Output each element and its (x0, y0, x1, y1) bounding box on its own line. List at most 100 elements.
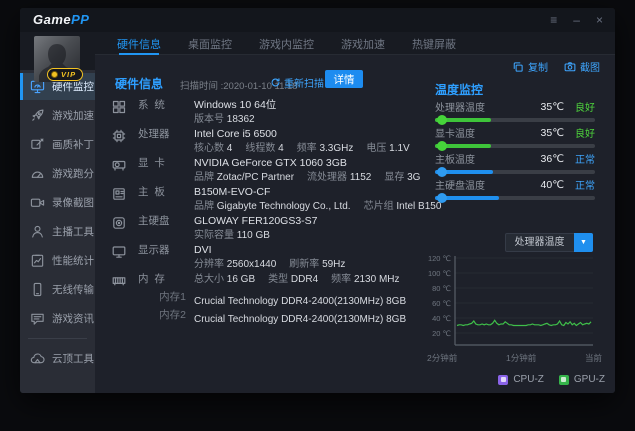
vip-label: VIP (61, 70, 76, 79)
sidebar-item-tft-tools[interactable]: 云顶工具 (20, 345, 95, 372)
sidebar-item-wireless-transfer[interactable]: 无线传输 (20, 276, 95, 303)
svg-text:100 ℃: 100 ℃ (428, 269, 451, 278)
sidebar-item-game-boost[interactable]: 游戏加速 (20, 102, 95, 129)
temp-item: 主硬盘温度40℃ 正常 (435, 178, 595, 200)
temp-value: 35℃ (541, 127, 564, 139)
temp-value: 35℃ (541, 101, 564, 113)
sidebar-item-record-screenshot[interactable]: 录像截图 (20, 189, 95, 216)
temp-slider[interactable] (435, 170, 595, 174)
cpuz-button[interactable]: CPU-Z (498, 374, 544, 385)
hw-main-value: Windows 10 64位 (194, 99, 437, 113)
sidebar-item-label: 游戏加速 (52, 108, 94, 123)
memory-slot-label: 内存2 (138, 309, 194, 327)
temp-value: 36℃ (541, 153, 564, 165)
hw-spec-line: 总大小 16 GB类型 DDR4频率 2130 MHz (194, 273, 437, 286)
hw-spec-line: 分辨率 2560x1440刷新率 59Hz (194, 258, 437, 271)
minimize-icon[interactable]: – (573, 14, 580, 26)
hw-spec-line: 核心数 4线程数 4频率 3.3GHz电压 1.1V (194, 142, 437, 155)
chart-x-labels: 2分钟前 1分钟前 当前 (427, 352, 602, 364)
copy-label: 复制 (528, 59, 548, 74)
details-button[interactable]: 详情 (325, 70, 363, 88)
sidebar-item-streamer-tools[interactable]: 主播工具 (20, 218, 95, 245)
logo-pp: PP (71, 12, 89, 27)
temp-item: 处理器温度35℃良好 (435, 100, 595, 122)
hw-main-value: GLOWAY FER120GS3-S7 (194, 215, 437, 229)
sidebar-item-label: 游戏跑分 (52, 166, 94, 181)
hardware-row: 系 统Windows 10 64位版本号 18362 (112, 99, 437, 126)
temp-slider[interactable] (435, 144, 595, 148)
slider-thumb-icon[interactable] (437, 141, 447, 151)
cloud-icon (30, 351, 45, 366)
titlebar: GamePP ≡ – × (20, 8, 615, 32)
temp-source-dropdown[interactable]: 处理器温度 ▼ (505, 233, 593, 252)
temp-monitor-title: 温度监控 (435, 81, 483, 98)
gpuz-label: GPU-Z (574, 374, 605, 385)
slider-thumb-icon[interactable] (437, 115, 447, 125)
gpuz-icon (559, 375, 569, 385)
sidebar-item-quality-patch[interactable]: 画质补丁 (20, 131, 95, 158)
tab-game-boost[interactable]: 游戏加速 (341, 32, 385, 55)
sidebar-item-label: 录像截图 (52, 195, 94, 210)
benchmark-icon (30, 166, 45, 181)
rescan-label: 重新扫描 (284, 75, 324, 90)
tab-ingame-monitor[interactable]: 游戏内监控 (259, 32, 314, 55)
memory-slot-row: 内存1Crucial Technology DDR4-2400(2130MHz)… (112, 291, 437, 309)
hw-main-value: DVI (194, 244, 437, 258)
memory-icon (112, 274, 126, 288)
x-tick-2min: 2分钟前 (427, 352, 457, 364)
hw-spec-line: 实际容量 110 GB (194, 229, 437, 242)
footer-links: CPU-Z GPU-Z (498, 374, 605, 385)
temp-status-badge: 正常 (573, 151, 595, 166)
sidebar-item-label: 画质补丁 (52, 137, 94, 152)
close-icon[interactable]: × (596, 14, 603, 26)
patch-icon (30, 137, 45, 152)
memory-slot-value: Crucial Technology DDR4-2400(2130MHz) 8G… (194, 314, 406, 325)
temp-value: 40℃ (541, 179, 564, 191)
cpu-icon (112, 129, 126, 143)
tab-hotkey-block[interactable]: 热键屏蔽 (412, 32, 456, 55)
disk-icon (112, 216, 126, 230)
slider-thumb-icon[interactable] (437, 167, 447, 177)
temp-label: 主板温度 (435, 151, 541, 166)
sidebar-item-performance-stats[interactable]: 性能统计 (20, 247, 95, 274)
dropdown-selected-value: 处理器温度 (506, 234, 573, 251)
temp-slider[interactable] (435, 118, 595, 122)
logo-game: Game (33, 12, 71, 27)
tab-hardware-info[interactable]: 硬件信息 (117, 32, 161, 55)
hw-main-value: NVIDIA GeForce GTX 1060 3GB (194, 157, 437, 171)
hardware-info-title: 硬件信息 (115, 75, 163, 92)
hardware-row: 显 卡NVIDIA GeForce GTX 1060 3GB品牌 Zotac/P… (112, 157, 437, 184)
hw-spec-line: 品牌 Zotac/PC Partner流处理器 1152显存 3G (194, 171, 437, 184)
sidebar-item-game-news[interactable]: 游戏资讯 (20, 305, 95, 332)
panel-actions: 复制 截图 (512, 59, 600, 74)
hw-label: 内 存 (138, 273, 194, 288)
temp-slider[interactable] (435, 196, 595, 200)
temp-status-badge: 正常 (573, 177, 595, 192)
hw-main-value: B150M-EVO-CF (194, 186, 437, 200)
temp-label: 主硬盘温度 (435, 177, 541, 192)
tab-desktop-monitor[interactable]: 桌面监控 (188, 32, 232, 55)
sidebar-menu: 硬件监控游戏加速画质补丁游戏跑分录像截图主播工具性能统计无线传输游戏资讯云顶工具 (20, 70, 95, 372)
copy-button[interactable]: 复制 (512, 59, 548, 74)
rescan-button[interactable]: 重新扫描 (270, 75, 324, 90)
hw-main-value: Intel Core i5 6500 (194, 128, 437, 142)
sidebar-item-label: 性能统计 (52, 253, 94, 268)
screenshot-button[interactable]: 截图 (564, 59, 600, 74)
svg-text:60 ℃: 60 ℃ (432, 299, 451, 308)
gpu-icon (112, 158, 126, 172)
hardware-row: 主 板B150M-EVO-CF品牌 Gigabyte Technology Co… (112, 186, 437, 213)
slider-thumb-icon[interactable] (437, 193, 447, 203)
hardware-row: 内 存总大小 16 GB类型 DDR4频率 2130 MHz (112, 273, 437, 288)
menu-icon[interactable]: ≡ (550, 14, 557, 26)
stats-icon (30, 253, 45, 268)
sidebar: 硬件监控游戏加速画质补丁游戏跑分录像截图主播工具性能统计无线传输游戏资讯云顶工具 (20, 32, 95, 393)
sidebar-item-game-benchmark[interactable]: 游戏跑分 (20, 160, 95, 187)
streamer-icon (30, 224, 45, 239)
temp-status-badge: 良好 (573, 99, 595, 114)
x-tick-now: 当前 (585, 352, 602, 364)
memory-slot-row: 内存2Crucial Technology DDR4-2400(2130MHz)… (112, 309, 437, 327)
chevron-down-icon[interactable]: ▼ (574, 233, 593, 252)
gpuz-button[interactable]: GPU-Z (559, 374, 605, 385)
svg-text:120 ℃: 120 ℃ (428, 254, 451, 263)
rescan-icon (270, 77, 281, 88)
